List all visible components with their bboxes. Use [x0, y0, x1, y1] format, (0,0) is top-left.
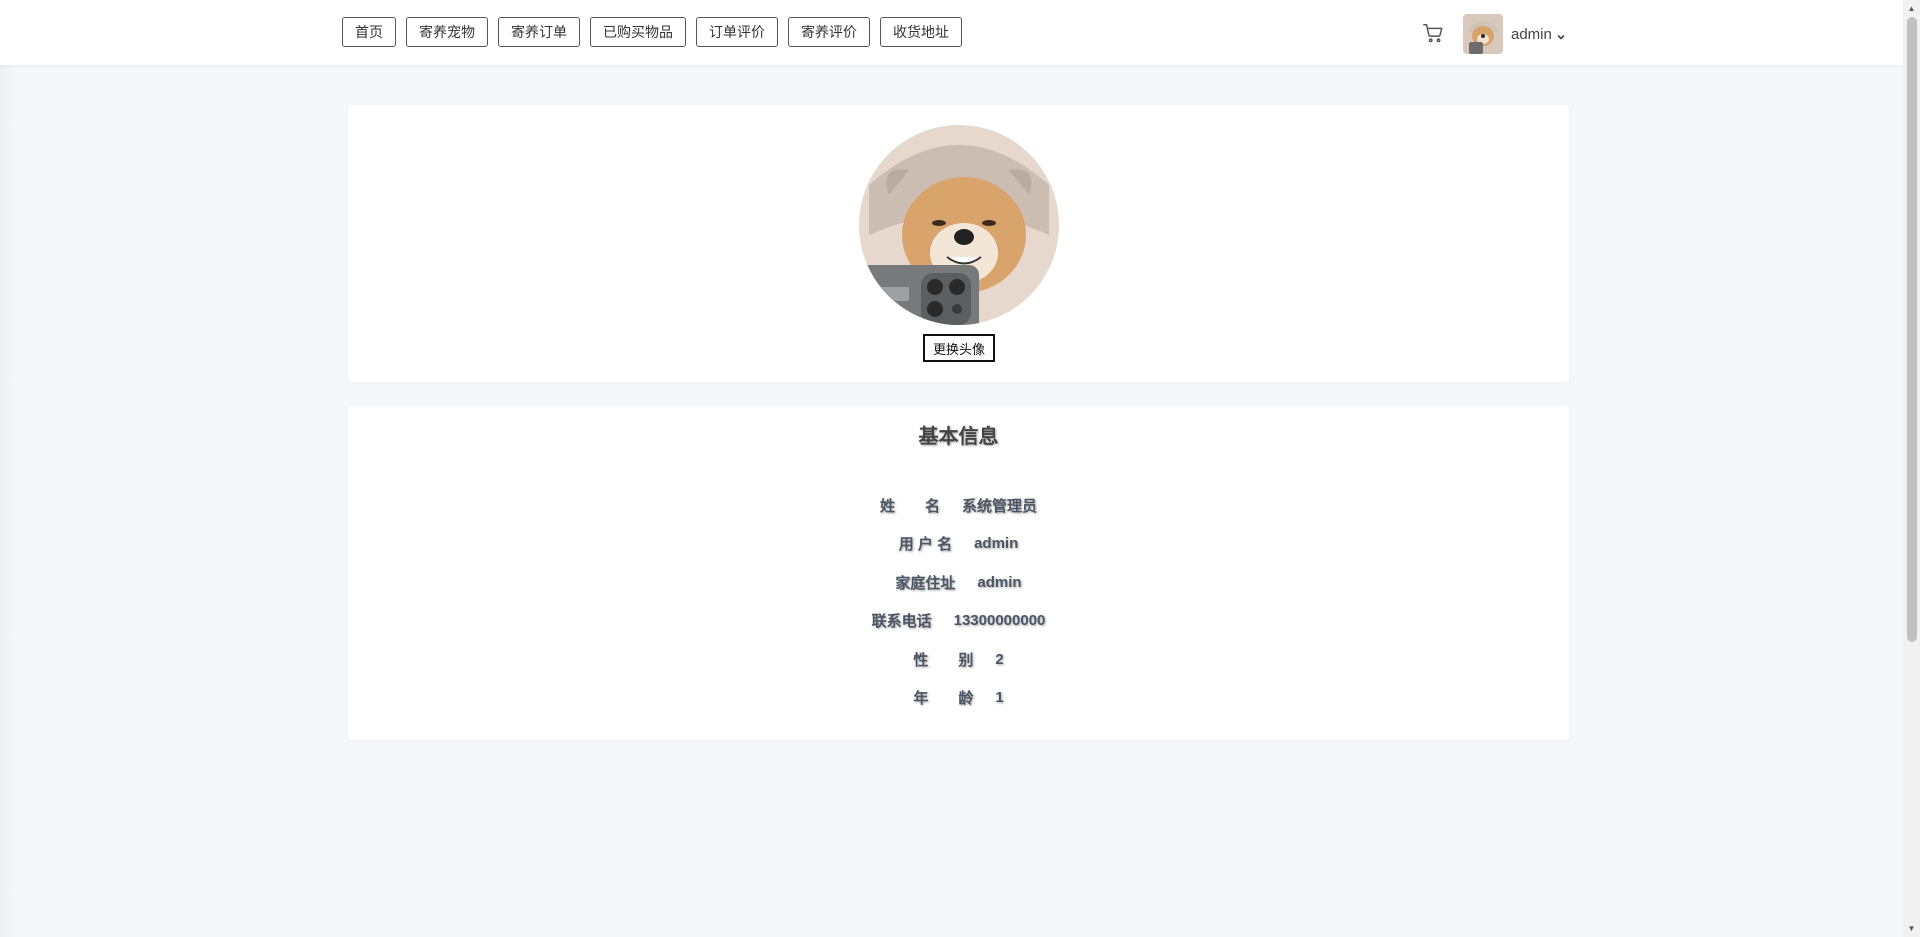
info-list: 姓 名 系统管理员 用 户 名 admin 家庭住址 admin 联系电话 13…	[348, 486, 1569, 717]
avatar-card: 更换头像	[348, 105, 1569, 382]
nav-shipping-address-button[interactable]: 收货地址	[880, 17, 962, 47]
scrollbar-thumb[interactable]	[1907, 17, 1917, 642]
scroll-down-arrow-icon[interactable]: ▼	[1903, 920, 1920, 937]
profile-page: 首页 寄养宠物 寄养订单 已购买物品 订单评价 寄养评价 收货地址 admin …	[0, 0, 1920, 937]
section-title: 基本信息	[918, 426, 999, 448]
info-row-address: 家庭住址 admin	[348, 563, 1569, 602]
scroll-up-arrow-icon[interactable]: ▲	[1903, 0, 1920, 17]
avatar	[1463, 14, 1503, 54]
info-value: 13300000000	[953, 612, 1046, 630]
shopping-cart-icon[interactable]	[1422, 22, 1444, 44]
nav-foster-reviews-button[interactable]: 寄养评价	[788, 17, 870, 47]
vertical-scrollbar[interactable]: ▲ ▼	[1903, 0, 1920, 937]
left-gutter	[0, 65, 16, 937]
nav-purchased-items-button[interactable]: 已购买物品	[590, 17, 686, 47]
info-value: 2	[995, 650, 1004, 668]
info-label: 姓 名	[879, 497, 940, 515]
info-label: 年 龄	[913, 690, 974, 708]
top-navbar: 首页 寄养宠物 寄养订单 已购买物品 订单评价 寄养评价 收货地址 admin	[0, 0, 1903, 65]
profile-avatar	[859, 125, 1059, 325]
basic-info-card: 基本信息 姓 名 系统管理员 用 户 名 admin 家庭住址 admin 联系…	[348, 406, 1569, 740]
info-value: admin	[974, 535, 1019, 553]
user-name: admin	[1511, 25, 1552, 43]
info-row-gender: 性 别 2	[348, 640, 1569, 679]
info-row-name: 姓 名 系统管理员	[348, 486, 1569, 525]
nav-home-button[interactable]: 首页	[342, 17, 396, 47]
info-label: 家庭住址	[895, 574, 956, 592]
info-label: 性 别	[913, 651, 974, 669]
info-value: 1	[995, 689, 1004, 707]
info-row-phone: 联系电话 13300000000	[348, 602, 1569, 641]
info-label: 联系电话	[871, 613, 932, 631]
info-row-age: 年 龄 1	[348, 679, 1569, 718]
nav-order-reviews-button[interactable]: 订单评价	[696, 17, 778, 47]
nav-foster-pets-button[interactable]: 寄养宠物	[406, 17, 488, 47]
user-menu[interactable]: admin	[1463, 14, 1566, 54]
info-row-username: 用 户 名 admin	[348, 525, 1569, 564]
info-value: 系统管理员	[962, 497, 1038, 515]
chevron-down-icon	[1556, 29, 1566, 40]
info-label: 用 户 名	[898, 536, 953, 554]
nav-menu: 首页 寄养宠物 寄养订单 已购买物品 订单评价 寄养评价 收货地址	[342, 17, 962, 47]
change-avatar-button[interactable]: 更换头像	[923, 334, 995, 362]
info-value: admin	[977, 573, 1022, 591]
nav-foster-orders-button[interactable]: 寄养订单	[498, 17, 580, 47]
